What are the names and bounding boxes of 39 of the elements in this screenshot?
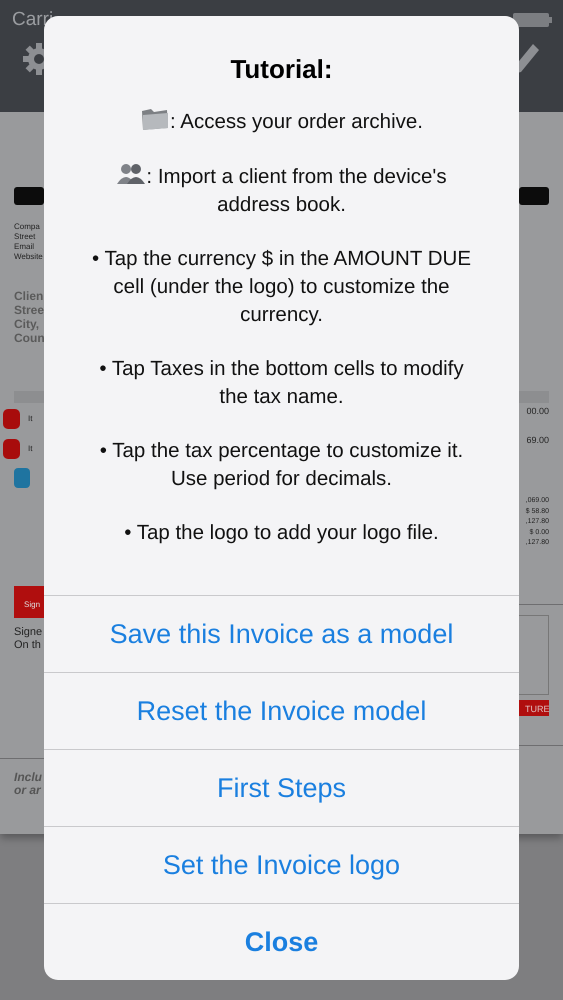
client-info-text: Clien <box>14 289 44 303</box>
item-amount: 00.00 <box>525 406 549 418</box>
client-info-text: City, <box>14 317 40 331</box>
item-text: It <box>28 444 32 453</box>
signed-text: On th <box>14 639 42 652</box>
alert-button[interactable]: Reset the Invoice model <box>44 672 519 749</box>
company-info-text: Compa <box>14 222 41 232</box>
client-info-text: Coun <box>14 331 44 345</box>
alert-title: Tutorial: <box>229 54 334 85</box>
message-text: : Import a client from the device's address book. <box>146 165 447 216</box>
company-info-text: Website <box>14 252 44 262</box>
company-info-text: Street <box>14 232 36 242</box>
logo-bar[interactable] <box>14 187 44 205</box>
footer-text: or ar <box>14 784 42 797</box>
battery-icon <box>513 12 553 28</box>
table-header <box>519 391 549 403</box>
alert-button[interactable]: First Steps <box>44 749 519 826</box>
message-text: • Tap Taxes in the bottom cells to modify the tax name. <box>99 357 464 408</box>
folder-icon <box>140 107 170 131</box>
company-info-text: Email <box>14 242 36 252</box>
add-row-button[interactable] <box>14 468 30 488</box>
message-text: • Tap the logo to add your logo file. <box>124 521 439 544</box>
people-icon <box>116 162 146 186</box>
message-text: : Access your order archive. <box>170 110 423 133</box>
client-info-text: Stree <box>14 303 44 317</box>
alert-button[interactable]: Close <box>44 903 519 980</box>
item-amount: 69.00 <box>525 435 549 447</box>
amount-due-bar[interactable] <box>519 187 549 205</box>
delete-row-button[interactable] <box>3 438 20 458</box>
table-header <box>14 391 44 403</box>
signed-text: Signe <box>14 626 44 639</box>
item-text: It <box>28 414 32 423</box>
footer-text: Inclu <box>14 771 44 784</box>
sign-button[interactable]: Sign <box>14 586 44 618</box>
alert-button[interactable]: Set the Invoice logo <box>44 826 519 903</box>
delete-row-button[interactable] <box>3 408 20 428</box>
alert-button[interactable]: Save this Invoice as a model <box>44 595 519 672</box>
message-text: • Tap the tax percentage to customize it. Use period for decimals. <box>100 439 464 490</box>
message-text: • Tap the currency $ in the AMOUNT DUE cell (under the logo) to customize the currency. <box>92 247 471 326</box>
